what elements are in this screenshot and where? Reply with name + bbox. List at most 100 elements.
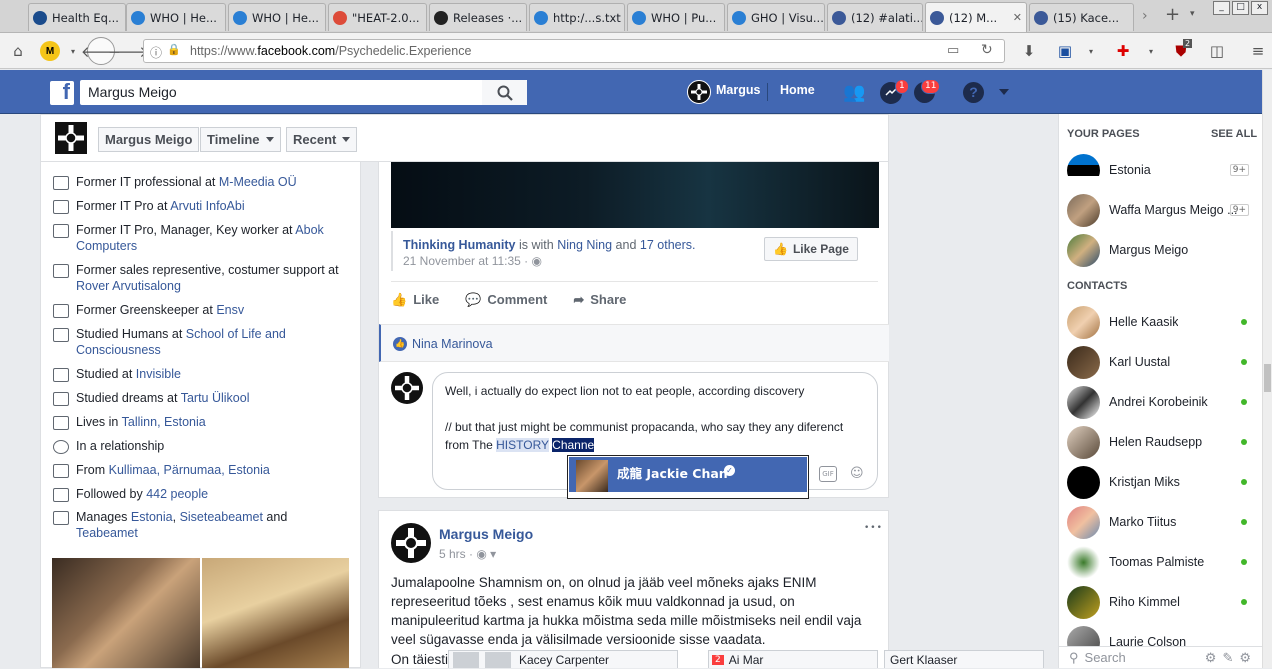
close-tab-icon[interactable]: ✕ bbox=[1013, 11, 1022, 24]
browser-tab[interactable]: Releases ·... bbox=[429, 3, 527, 31]
recent-button[interactable]: Recent bbox=[286, 127, 358, 152]
others-link[interactable]: 17 others. bbox=[640, 238, 696, 252]
chat-settings-icons[interactable]: ⚙✎⚙ bbox=[1205, 650, 1257, 666]
home-link[interactable]: Home bbox=[780, 83, 815, 97]
browser-tab[interactable]: WHO | He... bbox=[126, 3, 226, 31]
scrollbar-thumb[interactable] bbox=[1264, 364, 1271, 392]
browser-tab[interactable]: http:/...s.txt bbox=[529, 3, 625, 31]
contact-item[interactable]: Toomas Palmiste bbox=[1067, 545, 1257, 579]
contact-item[interactable]: Andrei Korobeinik bbox=[1067, 385, 1257, 419]
mention-option[interactable]: 成龍 Jackie Chan ✓ bbox=[569, 457, 807, 492]
close-window-button[interactable]: x bbox=[1251, 1, 1268, 15]
facebook-logo-icon[interactable]: f bbox=[50, 81, 74, 105]
home-icon[interactable]: ⌂ bbox=[7, 40, 29, 62]
contact-item[interactable]: Helle Kaasik bbox=[1067, 305, 1257, 339]
intro-link[interactable]: M-Meedia OÜ bbox=[219, 175, 297, 189]
minimize-button[interactable]: _ bbox=[1213, 1, 1230, 15]
intro-link[interactable]: Arvuti InfoAbi bbox=[170, 199, 244, 213]
share-button[interactable]: ➦ Share bbox=[573, 292, 626, 308]
chat-search-input[interactable]: ⚲ Search ⚙✎⚙ bbox=[1059, 646, 1263, 668]
new-tab-button[interactable]: + bbox=[1165, 4, 1180, 25]
tagged-person-link[interactable]: Ning Ning bbox=[557, 238, 612, 252]
contact-item[interactable]: Riho Kimmel bbox=[1067, 585, 1257, 619]
profile-thumb[interactable] bbox=[55, 122, 87, 154]
intro-link[interactable]: Rover Arvutisalong bbox=[76, 279, 181, 293]
timeline-button[interactable]: Timeline bbox=[200, 127, 281, 152]
intro-link[interactable]: Estonia bbox=[131, 510, 173, 524]
search-input[interactable]: Margus Meigo bbox=[80, 80, 527, 105]
firstaid-icon[interactable]: ✚ bbox=[1112, 40, 1134, 62]
chat-tab-2[interactable]: 2 Ai Mar bbox=[708, 650, 878, 668]
save-menu-icon[interactable]: ▾ bbox=[1080, 40, 1102, 62]
maximize-button[interactable]: □ bbox=[1232, 1, 1249, 15]
photo-1[interactable] bbox=[52, 558, 200, 668]
browser-tab[interactable]: (15) Kace... bbox=[1029, 3, 1134, 31]
contact-item[interactable]: Marko Tiitus bbox=[1067, 505, 1257, 539]
liker-link[interactable]: Nina Marinova bbox=[412, 337, 493, 351]
profile-name-button[interactable]: Margus Meigo bbox=[98, 127, 200, 152]
tab-scroll-right-icon[interactable]: › bbox=[1142, 8, 1148, 24]
addon-m-icon[interactable]: M bbox=[40, 41, 60, 61]
browser-tab[interactable]: (12) #alati... bbox=[827, 3, 923, 31]
manages-link-2[interactable]: Siseteabeamet bbox=[180, 510, 263, 524]
chat-tab-1[interactable]: Kacey Carpenter bbox=[448, 650, 678, 668]
see-all-link[interactable]: SEE ALL bbox=[1211, 128, 1257, 140]
search-button[interactable] bbox=[482, 80, 527, 105]
intro-link[interactable]: 442 people bbox=[146, 487, 208, 501]
sticker-icon[interactable]: ☺ bbox=[850, 466, 864, 481]
intro-link[interactable]: Tartu Ülikool bbox=[181, 391, 250, 405]
address-bar[interactable]: https://www.facebook.com/Psychedelic.Exp… bbox=[143, 39, 1005, 63]
intro-link[interactable]: Kullimaa, Pärnumaa, Estonia bbox=[109, 463, 270, 477]
friend-requests-icon[interactable]: 👥 bbox=[843, 82, 865, 103]
profile-link[interactable]: Margus bbox=[716, 83, 760, 97]
post-options-icon[interactable]: ••• bbox=[864, 523, 883, 533]
contact-name: Marko Tiitus bbox=[1109, 515, 1177, 529]
page-link[interactable]: Thinking Humanity bbox=[403, 238, 516, 252]
mention-hl-2: Channe bbox=[552, 438, 595, 452]
reload-icon[interactable]: ↻ bbox=[981, 42, 993, 58]
browser-tab[interactable]: WHO | He... bbox=[228, 3, 326, 31]
tab-list-icon[interactable]: ▾ bbox=[1190, 9, 1195, 19]
your-page-item[interactable]: Estonia 9+ bbox=[1067, 153, 1257, 187]
browser-tab[interactable]: Health Eq... bbox=[28, 3, 126, 31]
cross-emblem-icon bbox=[691, 84, 707, 100]
page-scrollbar[interactable] bbox=[1262, 70, 1272, 668]
like-button[interactable]: 👍 Like bbox=[391, 292, 439, 308]
menu-icon[interactable]: ≡ bbox=[1247, 40, 1269, 62]
intro-link[interactable]: Tallinn, Estonia bbox=[122, 415, 206, 429]
author-link[interactable]: Margus Meigo bbox=[439, 526, 533, 542]
help-icon[interactable]: ? bbox=[963, 82, 984, 103]
audience-icon[interactable]: ◉ ▾ bbox=[476, 547, 496, 561]
browser-tab[interactable]: (12) M... ✕ bbox=[925, 2, 1027, 32]
browser-tab[interactable]: "HEAT-2.0... bbox=[328, 3, 427, 31]
author-avatar[interactable] bbox=[391, 523, 431, 563]
save-icon[interactable]: ▣ bbox=[1054, 40, 1076, 62]
info-icon[interactable]: ⓘ bbox=[150, 44, 162, 61]
download-icon[interactable]: ⬇ bbox=[1018, 40, 1040, 62]
reader-view-icon[interactable]: ▭ bbox=[947, 43, 959, 58]
flag-icon bbox=[53, 511, 69, 525]
contact-item[interactable]: Karl Uustal bbox=[1067, 345, 1257, 379]
chat-tab-3[interactable]: Gert Klaaser bbox=[884, 650, 1044, 668]
intro-link[interactable]: Invisible bbox=[136, 367, 181, 381]
browser-tab[interactable]: GHO | Visu... bbox=[727, 3, 825, 31]
manages-link-3[interactable]: Teabeamet bbox=[76, 526, 138, 540]
avatar[interactable] bbox=[687, 80, 711, 104]
commenter-avatar[interactable] bbox=[391, 372, 423, 404]
account-menu-icon[interactable] bbox=[999, 89, 1009, 95]
photo-2[interactable] bbox=[202, 558, 349, 668]
contact-item[interactable]: Helen Raudsepp bbox=[1067, 425, 1257, 459]
your-page-item[interactable]: Waffa Margus Meigo ... 9+ bbox=[1067, 193, 1257, 227]
comment-button[interactable]: 💬 Comment bbox=[465, 292, 547, 308]
forward-button[interactable]: 🡒 bbox=[108, 40, 148, 62]
browser-tab[interactable]: WHO | Pu... bbox=[627, 3, 725, 31]
post-image[interactable] bbox=[391, 162, 879, 228]
manages-link-1[interactable]: Manages Estonia, bbox=[76, 510, 180, 524]
like-page-button[interactable]: 👍 Like Page bbox=[764, 237, 858, 261]
firstaid-menu-icon[interactable]: ▾ bbox=[1140, 40, 1162, 62]
your-page-item[interactable]: Margus Meigo bbox=[1067, 233, 1257, 267]
sidebar-icon[interactable]: ◫ bbox=[1206, 40, 1228, 62]
gif-button[interactable]: GIF bbox=[819, 466, 837, 482]
contact-item[interactable]: Kristjan Miks bbox=[1067, 465, 1257, 499]
intro-link[interactable]: Ensv bbox=[216, 303, 244, 317]
